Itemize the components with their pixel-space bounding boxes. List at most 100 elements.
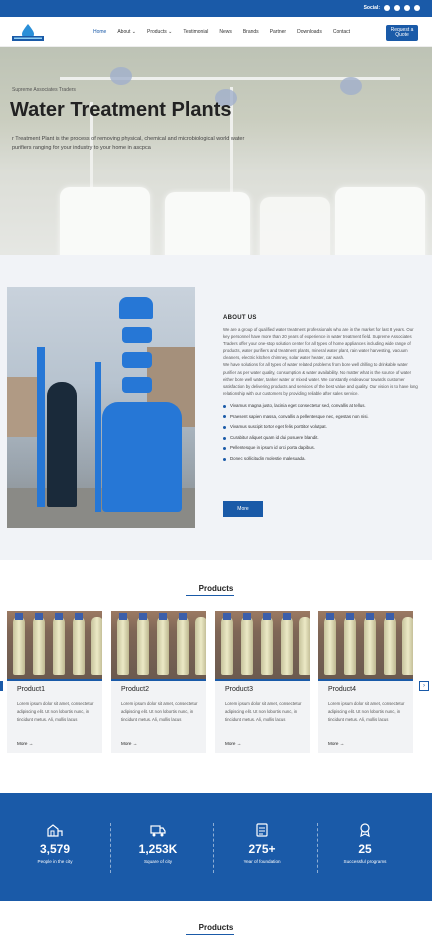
stat-item: 25 Successful programs (315, 823, 415, 864)
card-accent-bar (318, 679, 413, 681)
bullet-text: Curabitur aliquet quam id dui posuere bl… (230, 434, 319, 440)
product-name: Product4 (328, 686, 357, 693)
bullet-text: Pellentesque in ipsum id orci porta dapi… (230, 445, 315, 451)
about-bullet-list: Vivamus magna justo, lacinia eget consec… (223, 401, 418, 465)
twitter-icon[interactable] (414, 5, 420, 11)
bullet-text: Praesent sapien massa, convallis a pelle… (230, 413, 369, 419)
about-heading: ABOUT US (223, 315, 257, 321)
stat-label: Square of city (143, 859, 173, 864)
social-bar: Social: (0, 0, 432, 17)
about-image (7, 287, 195, 528)
product-card[interactable]: Product3 Lorem ipsum dolor sit amet, con… (215, 611, 310, 753)
products-title: Products (198, 923, 234, 932)
hero-description: r Treatment Plant is the process of remo… (12, 136, 245, 151)
stat-item: 3,579 People in the city (5, 823, 105, 864)
social-links: Social: (364, 5, 420, 11)
product-image (111, 611, 206, 679)
hero-title: Water Treatment Plants (10, 99, 232, 121)
bullet-icon (223, 436, 226, 440)
nav-item-brands[interactable]: Brands (243, 29, 259, 35)
instagram-icon[interactable] (394, 5, 400, 11)
bullet-text: Vivamus magna justo, lacinia eget consec… (230, 402, 366, 408)
bullet-text: Donec sollicitudin molestie malesuada. (230, 455, 306, 461)
products-title: Products (198, 584, 234, 593)
award-icon (360, 823, 370, 837)
hero-breadcrumb: Supreme Associates Traders (12, 87, 76, 93)
bullet-icon (223, 404, 226, 408)
card-accent-bar (111, 679, 206, 681)
carousel-next-button[interactable]: › (419, 681, 429, 691)
product-description: Lorem ipsum dolor sit amet, consectetur … (328, 701, 405, 722)
product-more-link[interactable]: More → (328, 741, 344, 746)
company-logo[interactable] (10, 23, 46, 43)
card-accent-bar (215, 679, 310, 681)
product-more-link[interactable]: More → (121, 741, 137, 746)
stat-label: Year of foundation (243, 859, 281, 864)
product-name: Product2 (121, 686, 150, 693)
document-icon (256, 823, 268, 837)
nav-item-testimonial[interactable]: Testimonial (183, 29, 208, 35)
nav-item-downloads[interactable]: Downloads (297, 29, 322, 35)
products-section: Products Product1 Lorem ipsum dolor sit … (0, 560, 432, 793)
blue-tower-top (119, 297, 153, 319)
product-more-link[interactable]: More → (17, 741, 33, 746)
product-more-link[interactable]: More → (225, 741, 241, 746)
truck-icon (150, 825, 166, 837)
product-card[interactable]: Product2 Lorem ipsum dolor sit amet, con… (111, 611, 206, 753)
bullet-item: Vivamus magna justo, lacinia eget consec… (223, 401, 418, 412)
product-name: Product1 (17, 686, 46, 693)
bullet-item: Curabitur aliquet quam id dui posuere bl… (223, 433, 418, 444)
nav-item-partner[interactable]: Partner (270, 29, 286, 35)
bullet-item: Pellentesque in ipsum id orci porta dapi… (223, 443, 418, 454)
blue-tower-tier (122, 352, 152, 368)
nav-item-home[interactable]: Home (93, 29, 106, 35)
product-image (215, 611, 310, 679)
nav-item-news[interactable]: News (219, 29, 232, 35)
building (7, 377, 37, 437)
about-more-button[interactable]: More (223, 501, 263, 517)
stat-value: 25 (358, 842, 372, 856)
blue-tower-tier (122, 327, 152, 343)
nav-item-about[interactable]: About ⌄ (117, 29, 136, 35)
about-paragraph: We are a group of qualified water treatm… (223, 327, 414, 361)
product-description: Lorem ipsum dolor sit amet, consectetur … (121, 701, 198, 722)
about-content: ABOUT US We are a group of qualified wat… (223, 315, 418, 465)
bullet-item: Donec sollicitudin molestie malesuada. (223, 454, 418, 465)
blue-pipe (95, 362, 101, 512)
product-name: Product3 (225, 686, 254, 693)
city-icon (47, 824, 63, 837)
product-description: Lorem ipsum dolor sit amet, consectetur … (225, 701, 302, 722)
stat-value: 275+ (248, 842, 276, 856)
product-card[interactable]: Product1 Lorem ipsum dolor sit amet, con… (7, 611, 102, 753)
product-card[interactable]: Product4 Lorem ipsum dolor sit amet, con… (318, 611, 413, 753)
blue-tower-tier (122, 377, 152, 393)
bullet-item: Vivamus suscipit tortor eget felis portt… (223, 422, 418, 433)
product-image (7, 611, 102, 679)
hero-banner: Supreme Associates Traders Water Treatme… (0, 47, 432, 255)
bullet-icon (223, 447, 226, 451)
request-quote-button[interactable]: Request a Quote (386, 25, 418, 41)
stat-item: 1,253K Square of city (108, 823, 208, 864)
bullet-icon (223, 425, 226, 429)
bullet-icon (223, 457, 226, 461)
social-label: Social: (363, 5, 380, 11)
facebook-icon[interactable] (384, 5, 390, 11)
stat-value: 3,579 (39, 842, 71, 856)
title-underline (186, 595, 234, 596)
dark-filter-tank (47, 382, 77, 507)
stat-item: 275+ Year of foundation (212, 823, 312, 864)
stats-band: 3,579 People in the city 1,253K Square o… (0, 793, 432, 901)
title-underline (186, 934, 234, 935)
product-description: Lorem ipsum dolor sit amet, consectetur … (17, 701, 94, 722)
stat-label: Successful programs (343, 859, 387, 864)
carousel-prev-indicator[interactable] (0, 681, 3, 691)
blue-pipe (37, 347, 45, 507)
linkedin-icon[interactable] (404, 5, 410, 11)
bullet-item: Praesent sapien massa, convallis a pelle… (223, 412, 418, 423)
product-image (318, 611, 413, 679)
nav-item-contact[interactable]: Contact (333, 29, 350, 35)
blue-water-tank (102, 402, 182, 512)
about-paragraph: We have solutions for all types of water… (223, 362, 418, 396)
nav-item-products[interactable]: Products ⌄ (147, 29, 172, 35)
bullet-icon (223, 415, 226, 419)
